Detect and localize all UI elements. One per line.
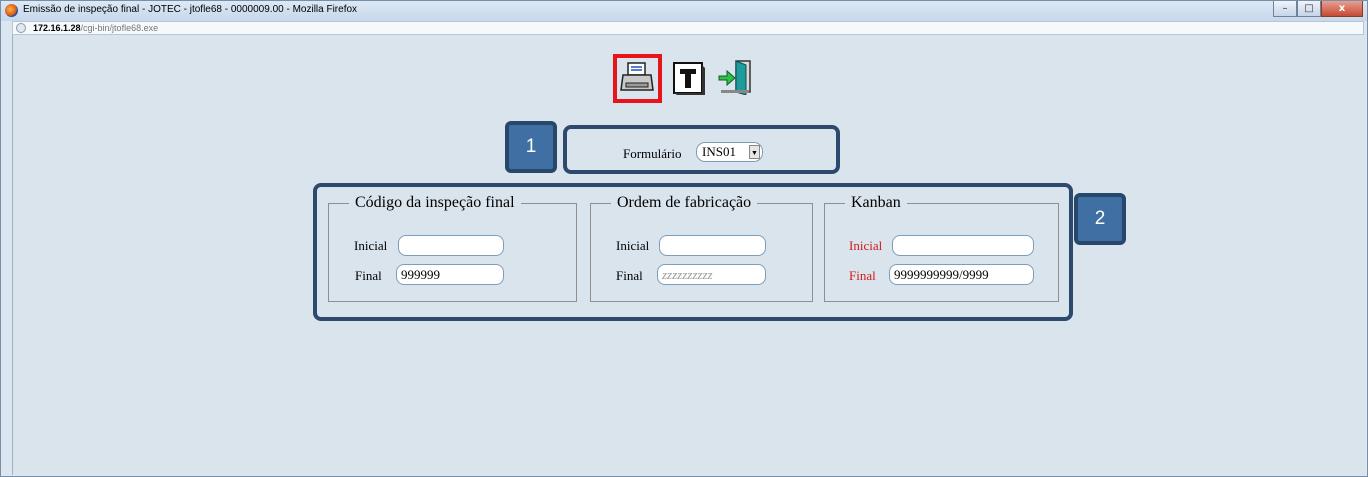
maximize-button[interactable]: □ — [1297, 1, 1321, 17]
window-controls: – □ x — [1273, 1, 1363, 18]
text-T-icon[interactable] — [671, 60, 707, 96]
address-host: 172.16.1.28 — [33, 23, 81, 33]
codigo-inicial-input[interactable] — [398, 235, 504, 256]
dropdown-arrow-icon[interactable]: ▼ — [749, 145, 760, 159]
window-title: Emissão de inspeção final - JOTEC - jtof… — [23, 4, 358, 15]
group-ordem-legend: Ordem de fabricação — [617, 194, 752, 211]
ordem-final-label: Final — [616, 268, 643, 283]
address-bar[interactable]: 172.16.1.28/cgi-bin/jtofle68.exe — [12, 21, 1364, 35]
callout-badge-2: 2 — [1074, 193, 1126, 245]
kanban-inicial-input[interactable] — [892, 235, 1034, 256]
formulario-selected-value: INS01 — [702, 144, 736, 159]
firefox-icon — [5, 4, 18, 17]
codigo-inicial-label: Inicial — [354, 238, 388, 253]
group-codigo-legend: Código da inspeção final — [355, 194, 515, 211]
codigo-final-label: Final — [355, 268, 382, 283]
formulario-label: Formulário — [623, 146, 682, 161]
exit-door-icon[interactable] — [717, 59, 753, 95]
ordem-inicial-label: Inicial — [616, 238, 650, 253]
kanban-final-label: Final — [849, 268, 876, 283]
codigo-final-input[interactable]: 999999 — [396, 264, 504, 285]
address-path: /cgi-bin/jtofle68.exe — [80, 23, 159, 33]
printer-icon[interactable] — [619, 60, 655, 96]
formulario-select[interactable]: INS01 ▼ — [696, 142, 763, 162]
ordem-inicial-input[interactable] — [659, 235, 766, 256]
kanban-final-input[interactable]: 9999999999/9999 — [889, 264, 1034, 285]
address-url[interactable]: 172.16.1.28/cgi-bin/jtofle68.exe — [33, 22, 158, 34]
ordem-final-input[interactable]: zzzzzzzzzz — [657, 264, 766, 285]
minimize-button[interactable]: – — [1273, 1, 1297, 17]
ordem-final-placeholder: zzzzzzzzzz — [662, 267, 713, 282]
title-bar: Emissão de inspeção final - JOTEC - jtof… — [1, 1, 1367, 21]
kanban-inicial-label: Inicial — [849, 238, 883, 253]
group-kanban-legend: Kanban — [851, 194, 901, 211]
close-button[interactable]: x — [1321, 1, 1363, 17]
globe-icon — [16, 23, 26, 33]
callout-badge-1: 1 — [505, 121, 557, 173]
